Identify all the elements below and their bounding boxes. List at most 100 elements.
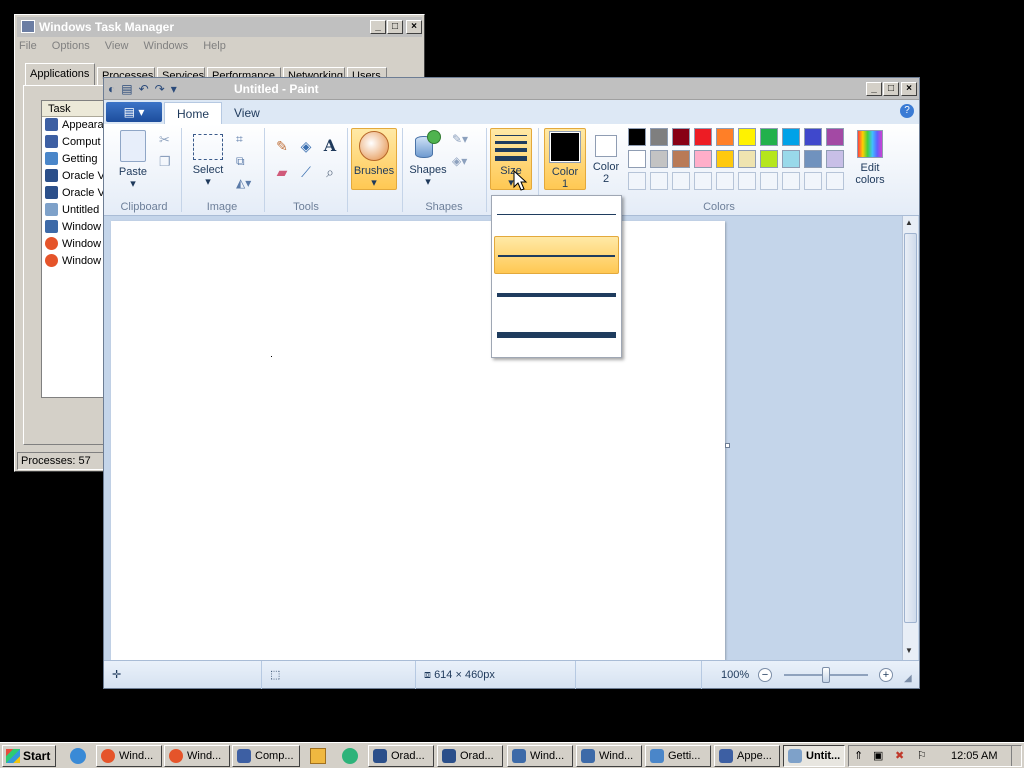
resize-grip-icon[interactable]: ◢ — [904, 673, 912, 684]
list-item[interactable]: Oracle V — [42, 168, 110, 185]
taskbar-button[interactable]: Orad... — [437, 745, 503, 767]
help-icon[interactable]: ? — [900, 104, 914, 118]
color-swatch[interactable] — [716, 150, 734, 168]
task-list[interactable]: Task Appeara Comput Getting Oracle V Ora… — [41, 100, 111, 398]
taskbar-button[interactable]: Comp... — [232, 745, 300, 767]
close-button[interactable]: × — [901, 82, 917, 96]
custom-color-slot[interactable] — [716, 172, 734, 190]
color-swatch[interactable] — [672, 128, 690, 146]
pencil-icon[interactable]: ✎ — [272, 138, 292, 158]
taskbar-button[interactable]: Wind... — [507, 745, 573, 767]
color-swatch[interactable] — [650, 150, 668, 168]
custom-color-slot[interactable] — [782, 172, 800, 190]
color-swatch[interactable] — [716, 128, 734, 146]
menu-view[interactable]: View — [105, 40, 129, 52]
rotate-icon[interactable]: ◭▾ — [236, 176, 251, 190]
size-option-1px[interactable] — [494, 196, 619, 234]
color1-button[interactable]: Color 1 — [544, 128, 586, 190]
taskbar-button-paint[interactable]: Untit... — [783, 745, 845, 767]
paint-titlebar[interactable]: ◐ ▤ ↶ ↷ ▾ Untitled - Paint _ □ × — [104, 78, 919, 100]
color-swatch[interactable] — [804, 128, 822, 146]
fill-icon[interactable]: ◈ — [296, 138, 316, 158]
text-icon[interactable]: A — [320, 136, 340, 156]
custom-color-slot[interactable] — [826, 172, 844, 190]
list-item[interactable]: Window — [42, 219, 110, 236]
color-swatch[interactable] — [694, 128, 712, 146]
taskbar-button[interactable]: Getti... — [645, 745, 711, 767]
undo-icon[interactable]: ↶ — [139, 82, 149, 96]
redo-icon[interactable]: ↷ — [155, 82, 165, 96]
fill-shape-icon[interactable]: ◈▾ — [452, 154, 467, 168]
minimize-button[interactable]: _ — [370, 20, 386, 34]
color-swatch[interactable] — [760, 128, 778, 146]
shapes-button[interactable]: Shapes ▾ — [406, 130, 450, 188]
task-column-header[interactable]: Task — [42, 101, 110, 117]
color-swatch[interactable] — [760, 150, 778, 168]
vertical-scrollbar[interactable]: ▲ ▼ — [902, 216, 918, 660]
color-swatch[interactable] — [826, 128, 844, 146]
size-option-3px[interactable] — [494, 236, 619, 274]
drawing-canvas[interactable] — [111, 221, 725, 660]
list-item[interactable]: Window — [42, 253, 110, 270]
color-swatch[interactable] — [628, 150, 646, 168]
color-swatch[interactable] — [738, 128, 756, 146]
menu-windows[interactable]: Windows — [144, 40, 189, 52]
brushes-button[interactable]: Brushes ▾ — [351, 128, 397, 190]
color-swatch[interactable] — [738, 150, 756, 168]
taskbar-button[interactable]: Orad... — [368, 745, 434, 767]
list-item[interactable]: Comput — [42, 134, 110, 151]
close-button[interactable]: × — [406, 20, 422, 34]
maximize-button[interactable]: □ — [387, 20, 403, 34]
list-item[interactable]: Untitled — [42, 202, 110, 219]
list-item[interactable]: Getting — [42, 151, 110, 168]
outline-icon[interactable]: ✎▾ — [452, 132, 468, 146]
color-swatch[interactable] — [672, 150, 690, 168]
show-desktop-button[interactable] — [1011, 746, 1012, 766]
maximize-button[interactable]: □ — [883, 82, 899, 96]
menu-file[interactable]: File — [19, 40, 37, 52]
clock[interactable]: 12:05 AM — [951, 746, 997, 766]
copy-icon[interactable]: ❐ — [159, 154, 171, 170]
magnifier-icon[interactable]: ⌕ — [320, 164, 340, 184]
show-hidden-icons[interactable]: ⇑ — [854, 746, 863, 766]
security-icon[interactable]: ✖ — [895, 746, 904, 766]
custom-color-slot[interactable] — [672, 172, 690, 190]
tab-applications[interactable]: Applications — [25, 63, 95, 85]
select-button[interactable]: Select ▾ — [186, 130, 230, 188]
custom-color-slot[interactable] — [694, 172, 712, 190]
paint-menu-button[interactable]: ▤ ▾ — [106, 102, 162, 122]
color-swatch[interactable] — [782, 128, 800, 146]
scroll-up-icon[interactable]: ▲ — [905, 218, 913, 227]
custom-color-slot[interactable] — [738, 172, 756, 190]
taskbar-button[interactable]: Appe... — [714, 745, 780, 767]
edit-colors-button[interactable]: Edit colors — [848, 130, 892, 186]
save-icon[interactable]: ▤ — [121, 82, 132, 96]
color-swatch[interactable] — [650, 128, 668, 146]
network-icon[interactable]: ▣ — [873, 746, 883, 766]
custom-color-slot[interactable] — [628, 172, 646, 190]
taskbar-button[interactable]: Wind... — [576, 745, 642, 767]
tab-view[interactable]: View — [222, 102, 272, 124]
zoom-out-icon[interactable]: − — [758, 668, 772, 682]
menu-options[interactable]: Options — [52, 40, 90, 52]
network-app-icon[interactable] — [342, 748, 358, 764]
scrollbar-thumb[interactable] — [904, 233, 917, 623]
resize-icon[interactable]: ⧉ — [236, 154, 245, 169]
menu-help[interactable]: Help — [203, 40, 226, 52]
cut-icon[interactable]: ✂ — [159, 132, 170, 148]
custom-color-slot[interactable] — [650, 172, 668, 190]
size-option-5px[interactable] — [494, 276, 619, 314]
media-player-icon[interactable] — [310, 748, 326, 764]
minimize-button[interactable]: _ — [866, 82, 882, 96]
start-button[interactable]: Start — [2, 745, 56, 767]
task-manager-titlebar[interactable]: Windows Task Manager _ □ × — [17, 17, 422, 37]
action-center-icon[interactable]: ⚐ — [917, 746, 927, 766]
list-item[interactable]: Window — [42, 236, 110, 253]
size-option-8px[interactable] — [494, 316, 619, 354]
color2-button[interactable]: Color 2 — [588, 131, 624, 185]
customize-qat-icon[interactable]: ▾ — [171, 82, 177, 96]
zoom-in-icon[interactable]: + — [879, 668, 893, 682]
color-swatch[interactable] — [628, 128, 646, 146]
tab-home[interactable]: Home — [164, 102, 223, 124]
list-item[interactable]: Appeara — [42, 117, 110, 134]
